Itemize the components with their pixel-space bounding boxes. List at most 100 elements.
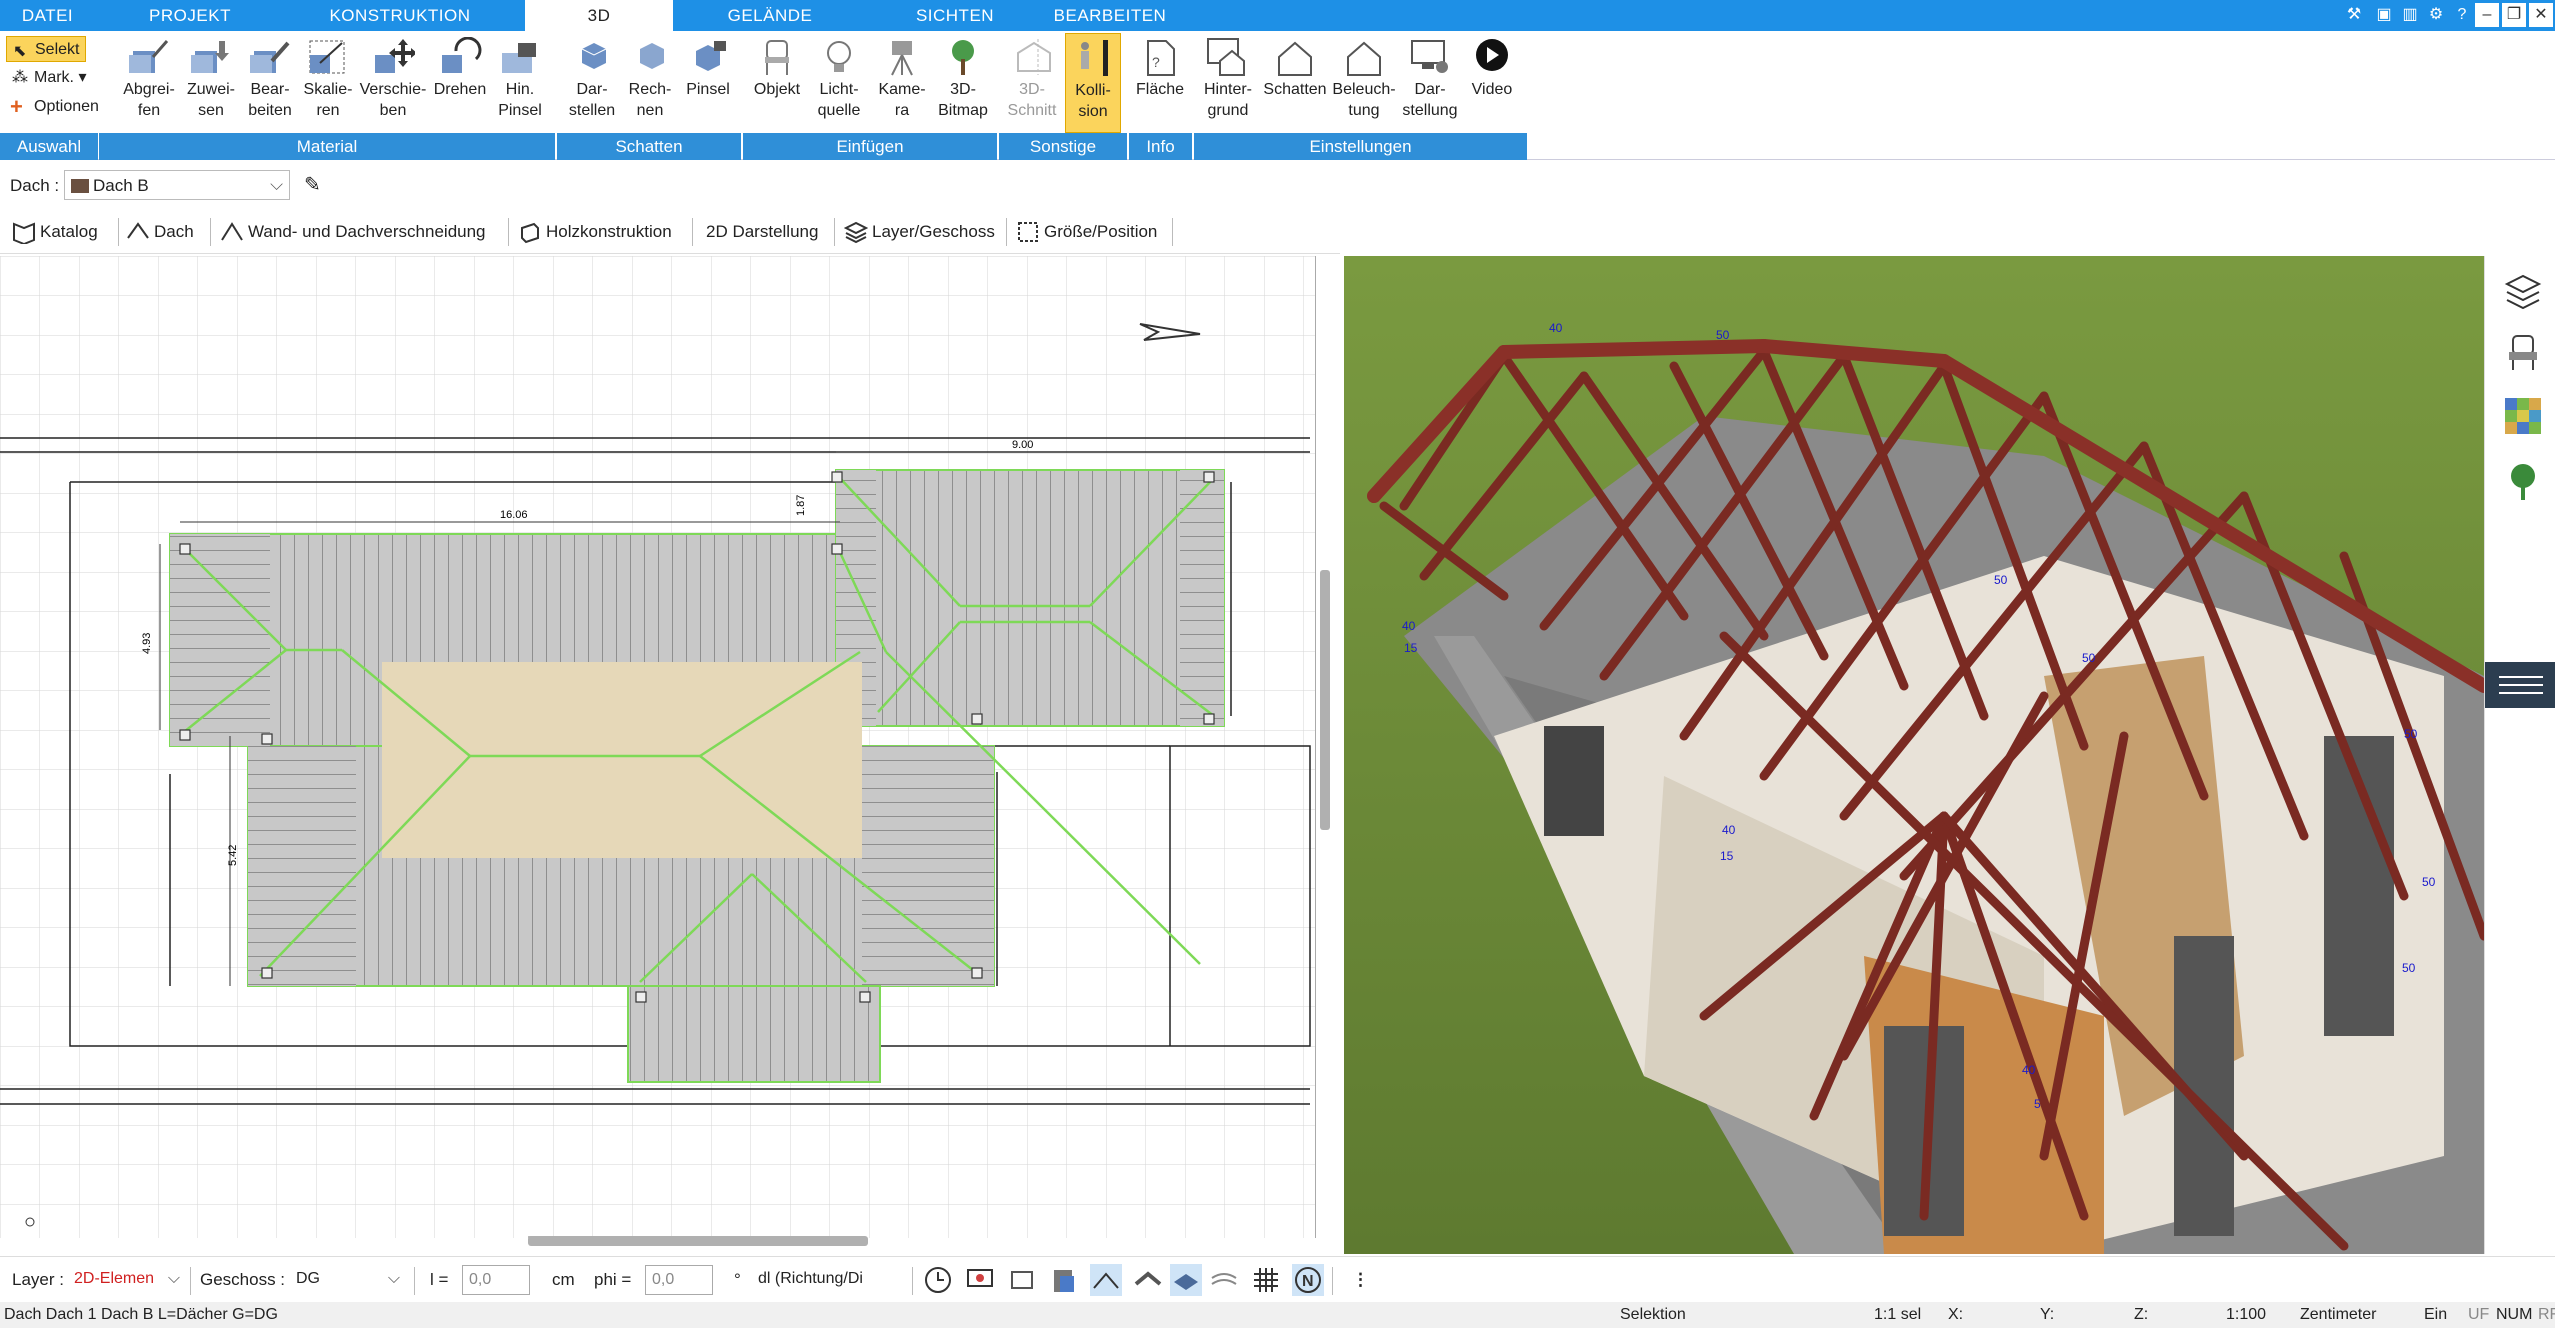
- status-unit: Zentimeter: [2300, 1306, 2377, 1323]
- plus-icon: +: [10, 94, 23, 119]
- l-input[interactable]: 0,0: [462, 1265, 530, 1295]
- furniture-panel-icon[interactable]: [2503, 332, 2543, 372]
- schatten-pinsel-button[interactable]: Pinsel: [679, 33, 737, 133]
- dach-button[interactable]: Dach: [124, 215, 194, 249]
- plan-vertical-scrollbar[interactable]: [1320, 570, 1330, 830]
- more-icon[interactable]: ⋮: [1352, 1265, 1369, 1295]
- 3d-schnitt-button[interactable]: 3D- Schnitt: [1003, 33, 1061, 133]
- geschoss-select[interactable]: DG ⌵: [290, 1265, 404, 1295]
- roof-view-icon[interactable]: [1090, 1264, 1122, 1296]
- svg-text:40: 40: [1402, 619, 1416, 633]
- divider: [1006, 218, 1007, 246]
- schatten-rechnen-button[interactable]: Rech- nen: [621, 33, 679, 133]
- layout-icon[interactable]: ▥: [2398, 3, 2422, 27]
- divider: [118, 218, 119, 246]
- selekt-button[interactable]: ⬉ Selekt: [6, 36, 86, 62]
- settings-icon[interactable]: ⚙: [2424, 3, 2448, 27]
- hintergrund-button[interactable]: Hinter- grund: [1196, 33, 1260, 133]
- plan-horizontal-scrollbar[interactable]: [528, 1236, 868, 1246]
- holzkonstruktion-button[interactable]: Holzkonstruktion: [516, 215, 672, 249]
- wand-dachverschneidung-button[interactable]: Wand- und Dachverschneidung: [218, 215, 486, 249]
- group-label-einfuegen: Einfügen: [743, 133, 997, 160]
- clock-icon[interactable]: [922, 1264, 954, 1296]
- beleuchtung-button[interactable]: Beleuch- tung: [1330, 33, 1398, 133]
- surface-icon[interactable]: [1208, 1264, 1240, 1296]
- bottom-toolbar: Layer : 2D-Elemen ⌵ Geschoss : DG ⌵ l = 0,…: [0, 1256, 2555, 1302]
- grid-icon[interactable]: [1250, 1264, 1282, 1296]
- tab-konstruktion[interactable]: KONSTRUKTION: [300, 0, 500, 31]
- clipboard-icon[interactable]: [1048, 1264, 1080, 1296]
- lightbulb-icon: [827, 41, 851, 72]
- kollision-button[interactable]: Kolli- sion: [1065, 33, 1121, 133]
- status-num: NUM: [2496, 1306, 2533, 1323]
- minimize-button[interactable]: –: [2475, 3, 2499, 27]
- restore-button[interactable]: ❐: [2502, 3, 2526, 27]
- 3d-bitmap-button[interactable]: 3D- Bitmap: [933, 33, 993, 133]
- close-button[interactable]: ✕: [2529, 3, 2553, 27]
- kamera-button[interactable]: Kame- ra: [871, 33, 933, 133]
- pencil-icon[interactable]: ✎: [304, 172, 321, 197]
- objekt-button[interactable]: Objekt: [747, 33, 807, 133]
- optionen-button[interactable]: + Optionen: [6, 94, 99, 120]
- lichtquelle-button[interactable]: Licht- quelle: [807, 33, 871, 133]
- einst-schatten-button[interactable]: Schatten: [1260, 33, 1330, 133]
- plants-panel-icon[interactable]: [2503, 462, 2543, 502]
- skalieren-button[interactable]: Skalie- ren: [299, 33, 357, 133]
- background-house-icon: [1207, 38, 1245, 76]
- tab-datei[interactable]: DATEI: [0, 0, 95, 31]
- folder-icon[interactable]: ▣: [2372, 3, 2396, 27]
- video-button[interactable]: Video: [1462, 33, 1522, 133]
- mark-button[interactable]: ⁂ Mark. ▾: [6, 65, 96, 91]
- group-info: ? Fläche Info: [1129, 31, 1192, 160]
- groesse-position-button[interactable]: Größe/Position: [1014, 215, 1157, 249]
- tab-projekt[interactable]: PROJEKT: [110, 0, 270, 31]
- katalog-button[interactable]: Katalog: [10, 215, 98, 249]
- edit-material-icon: [250, 41, 290, 73]
- tab-bearbeiten[interactable]: BEARBEITEN: [1040, 0, 1180, 31]
- display-3d-icon[interactable]: [964, 1264, 996, 1296]
- 2d-darstellung-button[interactable]: 2D Darstellung: [676, 215, 818, 249]
- dl-select[interactable]: dl (Richtung/Di: [752, 1265, 902, 1295]
- layer-select[interactable]: 2D-Elemen ⌵: [68, 1265, 184, 1295]
- plan-view-2d[interactable]: 9.00 16.06 4.93 5.42 1.87: [0, 256, 1316, 1238]
- monitor-icon: [1411, 40, 1448, 73]
- drehen-button[interactable]: Drehen: [431, 33, 489, 133]
- flaeche-button[interactable]: ? Fläche: [1131, 33, 1189, 133]
- darstellung-button[interactable]: Dar- stellung: [1398, 33, 1462, 133]
- zuweisen-button[interactable]: Zuwei- sen: [181, 33, 241, 133]
- phi-input[interactable]: 0,0: [645, 1265, 713, 1295]
- tab-gelaende[interactable]: GELÄNDE: [700, 0, 840, 31]
- verschieben-button[interactable]: Verschie- ben: [357, 33, 429, 133]
- roof-icon: [71, 179, 89, 193]
- area-icon: ?: [1147, 40, 1175, 76]
- svg-text:40: 40: [1549, 321, 1563, 335]
- north-icon[interactable]: N: [1292, 1264, 1324, 1296]
- pipette-icon: [129, 40, 169, 73]
- tab-sichten[interactable]: SICHTEN: [880, 0, 1030, 31]
- tab-3d[interactable]: 3D: [525, 0, 673, 31]
- panel-collapse-button[interactable]: [2485, 662, 2555, 708]
- svg-text:40: 40: [1722, 823, 1736, 837]
- objects-icon[interactable]: [1006, 1264, 1038, 1296]
- layer-geschoss-button[interactable]: Layer/Geschoss: [842, 215, 995, 249]
- help-icon[interactable]: ?: [2450, 3, 2474, 27]
- view-3d[interactable]: 40 50 40 15 50 50 50 50 50 40 5 40 15: [1344, 256, 2484, 1254]
- move-icon: [375, 39, 415, 73]
- object-select[interactable]: Dach B ⌵: [64, 170, 290, 200]
- compute-shadow-icon: [640, 43, 664, 69]
- tools-icon[interactable]: ⚒: [2342, 3, 2366, 27]
- dim-width-label: 16.06: [500, 509, 528, 521]
- ribbon-tab-bar: DATEI PROJEKT KONSTRUKTION 3D GELÄNDE SI…: [0, 0, 2555, 31]
- schatten-darstellen-button[interactable]: Dar- stellen: [563, 33, 621, 133]
- hin-pinsel-button[interactable]: Hin. Pinsel: [491, 33, 549, 133]
- abgreifen-button[interactable]: Abgrei- fen: [119, 33, 179, 133]
- bearbeiten-button[interactable]: Bear- beiten: [241, 33, 299, 133]
- group-schatten: Dar- stellen Rech- nen Pinsel Schatten: [557, 31, 741, 160]
- group-einfuegen: Objekt Licht- quelle Kame- ra 3D- Bitmap…: [743, 31, 997, 160]
- brush-icon: [502, 43, 536, 73]
- plane-icon[interactable]: [1170, 1264, 1202, 1296]
- materials-panel-icon[interactable]: [2503, 396, 2543, 436]
- status-mode: Selektion: [1620, 1306, 1686, 1323]
- layers-panel-icon[interactable]: [2503, 270, 2543, 310]
- roof-tiles-icon[interactable]: [1132, 1264, 1164, 1296]
